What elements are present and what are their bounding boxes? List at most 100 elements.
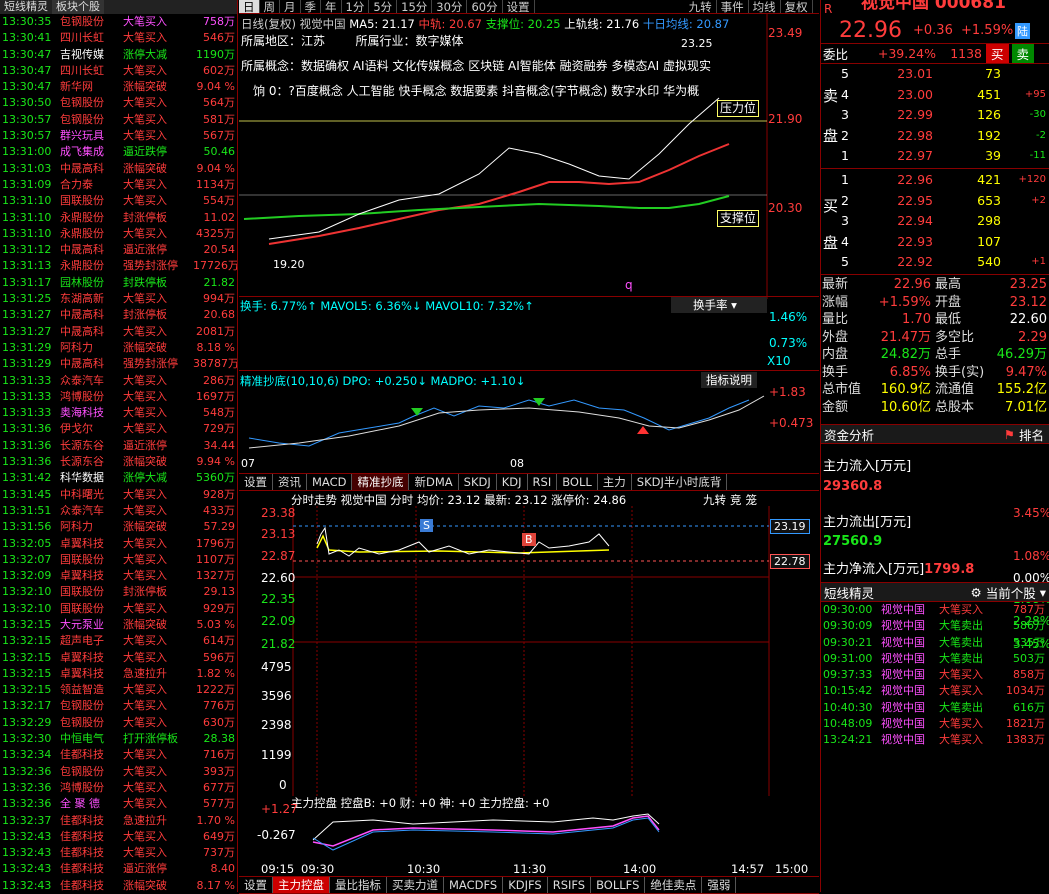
sprite-row[interactable]: 13:32:43 佳都科技 大笔买入 737万 (0, 845, 237, 861)
tab[interactable]: 设置 (239, 877, 273, 893)
tab[interactable]: 新DMA (409, 474, 459, 490)
period-tab[interactable]: 年 (321, 0, 342, 14)
tab[interactable]: 强弱 (702, 877, 737, 893)
intraday-chart[interactable] (239, 506, 819, 796)
sprite-row[interactable]: 13:31:03 中晟高科 涨幅突破 9.04 % (0, 161, 237, 177)
period-tab[interactable]: 均线 (749, 0, 781, 14)
tab[interactable]: MACD (307, 474, 353, 490)
sprite-row[interactable]: 13:31:27 中晟高科 大笔买入 2081万 (0, 324, 237, 340)
period-tab[interactable]: 60分 (467, 0, 503, 14)
turnover-dropdown[interactable]: 换手率 ▾ (671, 297, 767, 313)
tab[interactable]: 设置 (239, 474, 273, 490)
sprite-row[interactable]: 13:32:09 卓翼科技 大笔买入 1327万 (0, 568, 237, 584)
sprite-row[interactable]: 13:31:09 合力泰 大笔买入 1134万 (0, 177, 237, 193)
sprite-stock-row[interactable]: 10:48:09 视觉中国 大笔买入 1821万 (821, 716, 1049, 732)
sprite-stock-row[interactable]: 09:30:00 视觉中国 大笔买入 787万 (821, 602, 1049, 618)
tab[interactable]: 主力 (598, 474, 632, 490)
indicator-chart[interactable] (239, 388, 767, 456)
book-row[interactable]: 1 22.96 421 +120 (821, 170, 1049, 191)
tab[interactable]: 精准抄底 (352, 474, 410, 490)
sprite-row[interactable]: 13:31:42 科华数据 涨停大减 5360万 (0, 470, 237, 486)
sprite-stock-row[interactable]: 13:24:21 视觉中国 大笔买入 1383万 (821, 732, 1049, 748)
sprite-row[interactable]: 13:32:07 国联股份 大笔买入 1107万 (0, 552, 237, 568)
sprite-stock-row[interactable]: 10:40:30 视觉中国 大笔卖出 616万 (821, 700, 1049, 716)
period-tab[interactable]: 5分 (369, 0, 398, 14)
sprite-row[interactable]: 13:31:29 中晟高科 强势封涨停 38787万 (0, 356, 237, 372)
indicator-help-button[interactable]: 指标说明 (701, 372, 757, 388)
sprite-row[interactable]: 13:32:36 全 聚 德 大笔买入 577万 (0, 796, 237, 812)
sprite-row[interactable]: 13:31:12 中晟高科 逼近涨停 20.54 (0, 242, 237, 258)
sprite-row[interactable]: 13:32:15 超声电子 大笔买入 614万 (0, 633, 237, 649)
sprite-row[interactable]: 13:30:57 包钢股份 大笔买入 581万 (0, 112, 237, 128)
tab[interactable]: KDJFS (503, 877, 548, 893)
tab[interactable]: 绝佳卖点 (645, 877, 703, 893)
book-row[interactable]: 2 22.95 653 +2 (821, 191, 1049, 212)
sprite-row[interactable]: 13:32:43 佳都科技 逼近涨停 8.40 (0, 861, 237, 877)
sprite-row[interactable]: 13:31:10 永鼎股份 封涨停板 11.02 (0, 210, 237, 226)
tab[interactable]: SKDJ (459, 474, 497, 490)
sprite-row[interactable]: 13:30:47 吉视传媒 涨停大减 1190万 (0, 47, 237, 63)
sprite-row[interactable]: 13:31:33 奥海科技 大笔买入 548万 (0, 405, 237, 421)
period-tab[interactable]: 周 (260, 0, 280, 14)
period-tab[interactable]: 季 (301, 0, 321, 14)
tab[interactable]: 主力控盘 (273, 877, 330, 893)
sprite-row[interactable]: 13:32:37 佳都科技 急速拉升 1.70 % (0, 813, 237, 829)
sprite-row[interactable]: 13:32:43 佳都科技 涨幅突破 8.17 % (0, 878, 237, 892)
sprite-row[interactable]: 13:32:15 大元泵业 涨幅突破 5.03 % (0, 617, 237, 633)
sprite-stock-row[interactable]: 09:30:09 视觉中国 大笔卖出 586万 (821, 618, 1049, 634)
period-tab[interactable]: 15分 (397, 0, 433, 14)
period-tab[interactable]: 1分 (342, 0, 370, 14)
book-row[interactable]: 5 22.92 540 +1 (821, 252, 1049, 273)
book-row[interactable]: 4 23.00 451 +95 (821, 85, 1049, 106)
sprite-row[interactable]: 13:31:10 国联股份 大笔买入 554万 (0, 193, 237, 209)
volume-chart[interactable] (239, 312, 767, 370)
sprite-row[interactable]: 13:31:00 成飞集成 逼近跌停 50.46 (0, 144, 237, 160)
gear-icon[interactable]: ⚙ (970, 585, 985, 600)
period-tab[interactable]: 月 (280, 0, 301, 14)
fund-control-chart[interactable] (293, 810, 769, 860)
sprite-row[interactable]: 13:32:43 佳都科技 大笔买入 649万 (0, 829, 237, 845)
ranking-button[interactable]: 排名 (1019, 425, 1049, 444)
tab[interactable]: KDJ (497, 474, 528, 490)
sprite-row[interactable]: 13:32:29 包钢股份 大笔买入 630万 (0, 715, 237, 731)
sprite-row[interactable]: 13:30:47 四川长虹 大笔买入 602万 (0, 63, 237, 79)
tab[interactable]: RSIFS (548, 877, 592, 893)
sprite-row[interactable]: 13:31:45 中科曙光 大笔买入 928万 (0, 487, 237, 503)
sprite-row[interactable]: 13:30:50 包钢股份 大笔买入 564万 (0, 95, 237, 111)
sprite-stock-row[interactable]: 09:31:00 视觉中国 大笔卖出 503万 (821, 651, 1049, 667)
sprite-row[interactable]: 13:32:15 领益智造 大笔买入 1222万 (0, 682, 237, 698)
sprite-row[interactable]: 13:30:35 包钢股份 大笔买入 758万 (0, 14, 237, 30)
tab[interactable]: 量比指标 (330, 877, 387, 893)
sprite-row[interactable]: 13:32:17 包钢股份 大笔买入 776万 (0, 698, 237, 714)
period-tab[interactable]: 日 (239, 0, 260, 14)
sprite-row[interactable]: 13:31:56 阿科力 涨幅突破 57.29 (0, 519, 237, 535)
book-row[interactable]: 4 22.93 107 (821, 232, 1049, 253)
sprite-row[interactable]: 13:31:29 阿科力 涨幅突破 8.18 % (0, 340, 237, 356)
tab[interactable]: 买卖力道 (387, 877, 444, 893)
period-tab[interactable]: 九转 (685, 0, 717, 14)
sprite-row[interactable]: 13:31:25 东湖高新 大笔买入 994万 (0, 291, 237, 307)
tab[interactable]: SKDJ半小时底背 (632, 474, 728, 490)
tab[interactable]: BOLL (557, 474, 598, 490)
sprite-row[interactable]: 13:32:10 国联股份 大笔买入 929万 (0, 601, 237, 617)
period-tab[interactable]: 复权 (781, 0, 813, 14)
sprite-row[interactable]: 13:31:10 永鼎股份 大笔买入 4325万 (0, 226, 237, 242)
sprite-row[interactable]: 13:31:27 中晟高科 封涨停板 20.68 (0, 307, 237, 323)
sprite-row[interactable]: 13:30:41 四川长虹 大笔买入 546万 (0, 30, 237, 46)
sprite-row[interactable]: 13:31:13 永鼎股份 强势封涨停 17726万 (0, 258, 237, 274)
sprite-stock-row[interactable]: 09:37:33 视觉中国 大笔买入 858万 (821, 667, 1049, 683)
sell-button[interactable]: 卖 (1011, 44, 1035, 63)
sprite-row[interactable]: 13:30:47 新华网 涨幅突破 9.04 % (0, 79, 237, 95)
sprite-row[interactable]: 13:31:33 鸿博股份 大笔买入 1697万 (0, 389, 237, 405)
chevron-down-icon[interactable]: ▾ (1040, 585, 1049, 600)
sprite-row[interactable]: 13:32:36 鸿博股份 大笔买入 677万 (0, 780, 237, 796)
book-row[interactable]: 2 22.98 192 -2 (821, 126, 1049, 147)
current-stock-dropdown[interactable]: 当前个股 (986, 583, 1040, 602)
period-tab[interactable]: 事件 (717, 0, 749, 14)
sprite-row[interactable]: 13:30:57 群兴玩具 大笔买入 567万 (0, 128, 237, 144)
sprite-row[interactable]: 13:32:36 包钢股份 大笔买入 393万 (0, 764, 237, 780)
tab[interactable]: BOLLFS (591, 877, 646, 893)
sprite-row[interactable]: 13:32:05 卓翼科技 大笔买入 1796万 (0, 536, 237, 552)
sprite-row[interactable]: 13:31:51 众泰汽车 大笔买入 433万 (0, 503, 237, 519)
sprite-row[interactable]: 13:32:30 中恒电气 打开涨停板 28.38 (0, 731, 237, 747)
